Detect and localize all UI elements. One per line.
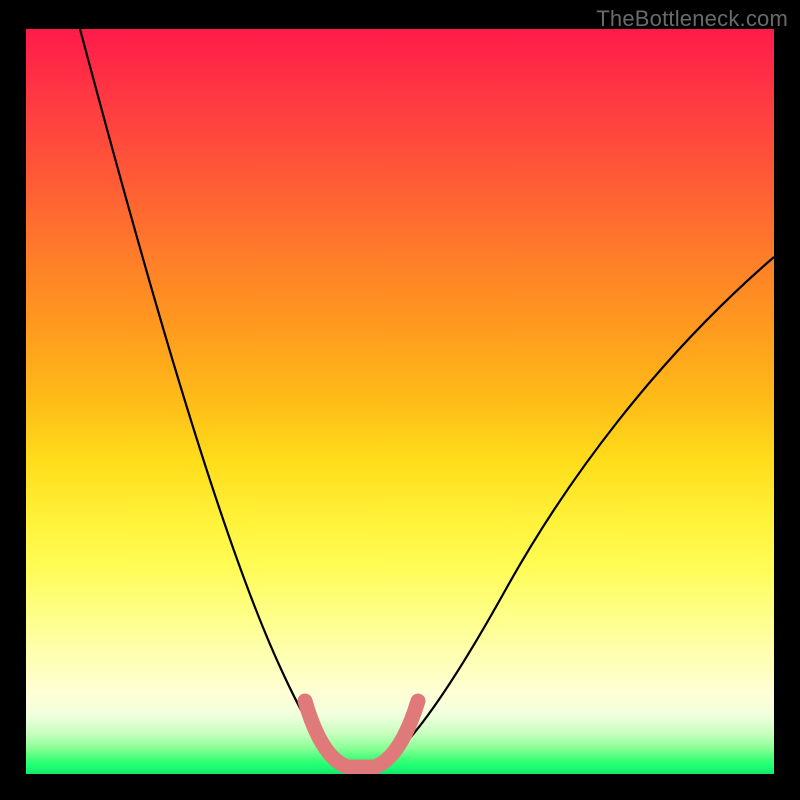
plot-area	[26, 29, 774, 774]
curve-right	[396, 257, 774, 753]
optimal-zone-highlight	[305, 701, 418, 767]
chart-frame: TheBottleneck.com	[0, 0, 800, 800]
watermark-text: TheBottleneck.com	[596, 6, 788, 32]
curve-overlay	[26, 29, 774, 774]
curve-left	[80, 29, 328, 753]
